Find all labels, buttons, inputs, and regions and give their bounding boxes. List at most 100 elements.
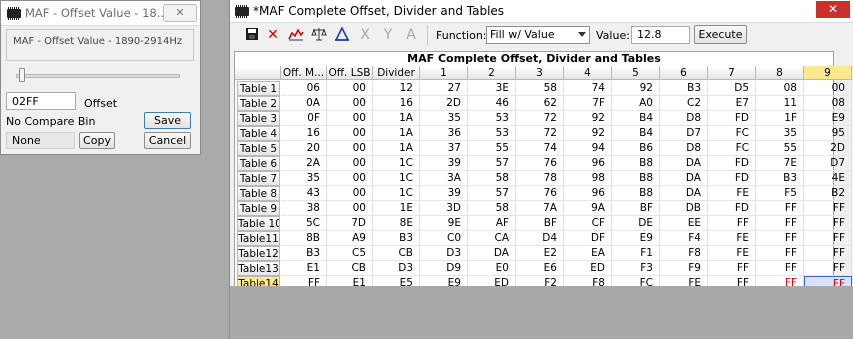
table-cell[interactable]: 38 [281,201,327,216]
table-cell[interactable]: E9 [612,231,660,246]
table-cell[interactable]: 57 [468,156,516,171]
table-cell[interactable]: DA [660,156,708,171]
table-cell[interactable]: 39 [420,156,468,171]
table-cell[interactable]: 76 [516,156,564,171]
table-cell[interactable]: 9A [564,201,612,216]
row-header[interactable]: Table 8 [237,186,280,201]
interpolate-icon[interactable] [334,26,350,43]
row-header[interactable]: Table 3 [237,111,280,126]
delete-icon[interactable]: ✕ [265,27,281,43]
table-cell[interactable]: E6 [516,261,564,276]
table-cell[interactable]: 3D [420,201,468,216]
table-cell[interactable]: B8 [612,171,660,186]
scale-icon[interactable] [311,27,327,43]
table-cell[interactable]: 95 [804,126,852,141]
table-cell[interactable]: 7E [756,156,804,171]
table-cell[interactable]: D4 [516,231,564,246]
table-cell[interactable]: B3 [756,171,804,186]
table-cell[interactable]: 00 [327,201,373,216]
column-header[interactable]: 6 [660,66,708,80]
table-cell[interactable]: BF [516,216,564,231]
table-cell[interactable]: 00 [327,156,373,171]
table-cell[interactable]: 7A [516,201,564,216]
table-cell[interactable]: FF [756,231,804,246]
table-cell[interactable]: 00 [327,96,373,111]
table-cell[interactable]: 4E [804,171,852,186]
table-cell[interactable]: B3 [281,246,327,261]
table-cell[interactable]: B3 [660,81,708,96]
table-cell[interactable]: C2 [660,96,708,111]
table-cell[interactable]: 37 [420,141,468,156]
table-cell[interactable]: 96 [564,186,612,201]
table-cell[interactable]: 58 [468,171,516,186]
table-cell[interactable]: FF [804,246,852,261]
table-cell[interactable]: E1 [281,261,327,276]
row-header[interactable]: Table 10 [237,216,280,231]
table-cell[interactable]: 1E [373,201,420,216]
table-cell[interactable]: FC [708,126,756,141]
table-cell[interactable]: F4 [660,231,708,246]
table-cell[interactable]: FF [804,201,852,216]
table-cell[interactable]: FD [708,156,756,171]
table-cell[interactable]: 94 [564,141,612,156]
table-cell[interactable]: 3A [420,171,468,186]
main-window-close-button[interactable]: ✕ [816,1,850,18]
table-cell[interactable]: FD [708,111,756,126]
table-cell[interactable]: CA [468,231,516,246]
column-header[interactable]: Divider [373,66,420,80]
table-cell[interactable]: 08 [756,81,804,96]
table-cell[interactable]: FF [756,246,804,261]
table-cell[interactable]: FF [804,261,852,276]
function-select[interactable]: Fill w/ Value [486,26,590,44]
column-header[interactable]: Off. M... [281,66,327,80]
column-header[interactable]: 7 [708,66,756,80]
table-cell[interactable]: FF [756,261,804,276]
row-header[interactable]: Table 6 [237,156,280,171]
table-cell[interactable]: 43 [281,186,327,201]
table-cell[interactable]: A9 [327,231,373,246]
cancel-button[interactable]: Cancel [144,132,191,149]
table-cell[interactable]: FD [708,201,756,216]
table-cell[interactable]: 00 [327,171,373,186]
table-cell[interactable]: 36 [420,126,468,141]
table-cell[interactable]: D3 [373,261,420,276]
table-cell[interactable]: 1A [373,126,420,141]
table-cell[interactable]: DA [660,171,708,186]
table-cell[interactable]: 08 [804,96,852,111]
table-cell[interactable]: 27 [420,81,468,96]
table-cell[interactable]: BF [612,201,660,216]
table-cell[interactable]: D8 [660,111,708,126]
column-header[interactable]: 4 [564,66,612,80]
table-cell[interactable]: FF [804,216,852,231]
offset-slider-thumb[interactable] [19,68,25,82]
offset-slider-track[interactable] [16,74,180,78]
table-cell[interactable]: 00 [804,81,852,96]
table-cell[interactable]: DA [468,246,516,261]
table-cell[interactable]: 06 [281,81,327,96]
save-icon[interactable] [244,27,260,43]
value-input[interactable]: 12.8 [631,26,690,44]
table-cell[interactable]: FE [708,186,756,201]
x-axis-icon[interactable]: X [357,27,373,43]
table-cell[interactable]: AF [468,216,516,231]
table-cell[interactable]: 55 [468,141,516,156]
table-cell[interactable]: FF [708,261,756,276]
table-cell[interactable]: 12 [373,81,420,96]
table-cell[interactable]: E7 [708,96,756,111]
table-cell[interactable]: 39 [420,186,468,201]
table-cell[interactable]: EA [564,246,612,261]
copy-button[interactable]: Copy [79,132,115,149]
table-cell[interactable]: 00 [327,111,373,126]
table-cell[interactable]: 7F [564,96,612,111]
table-cell[interactable]: F8 [660,246,708,261]
table-cell[interactable]: ED [564,261,612,276]
table-cell[interactable]: 35 [281,171,327,186]
table-cell[interactable]: 1A [373,141,420,156]
table-cell[interactable]: 92 [564,126,612,141]
offset-window-titlebar[interactable]: MAF - Offset Value - 18... ✕ [1,1,200,26]
table-cell[interactable]: FF [756,201,804,216]
table-cell[interactable]: 1C [373,186,420,201]
table-cell[interactable]: D7 [660,126,708,141]
text-icon[interactable]: A [403,27,419,43]
column-header[interactable]: 1 [420,66,468,80]
